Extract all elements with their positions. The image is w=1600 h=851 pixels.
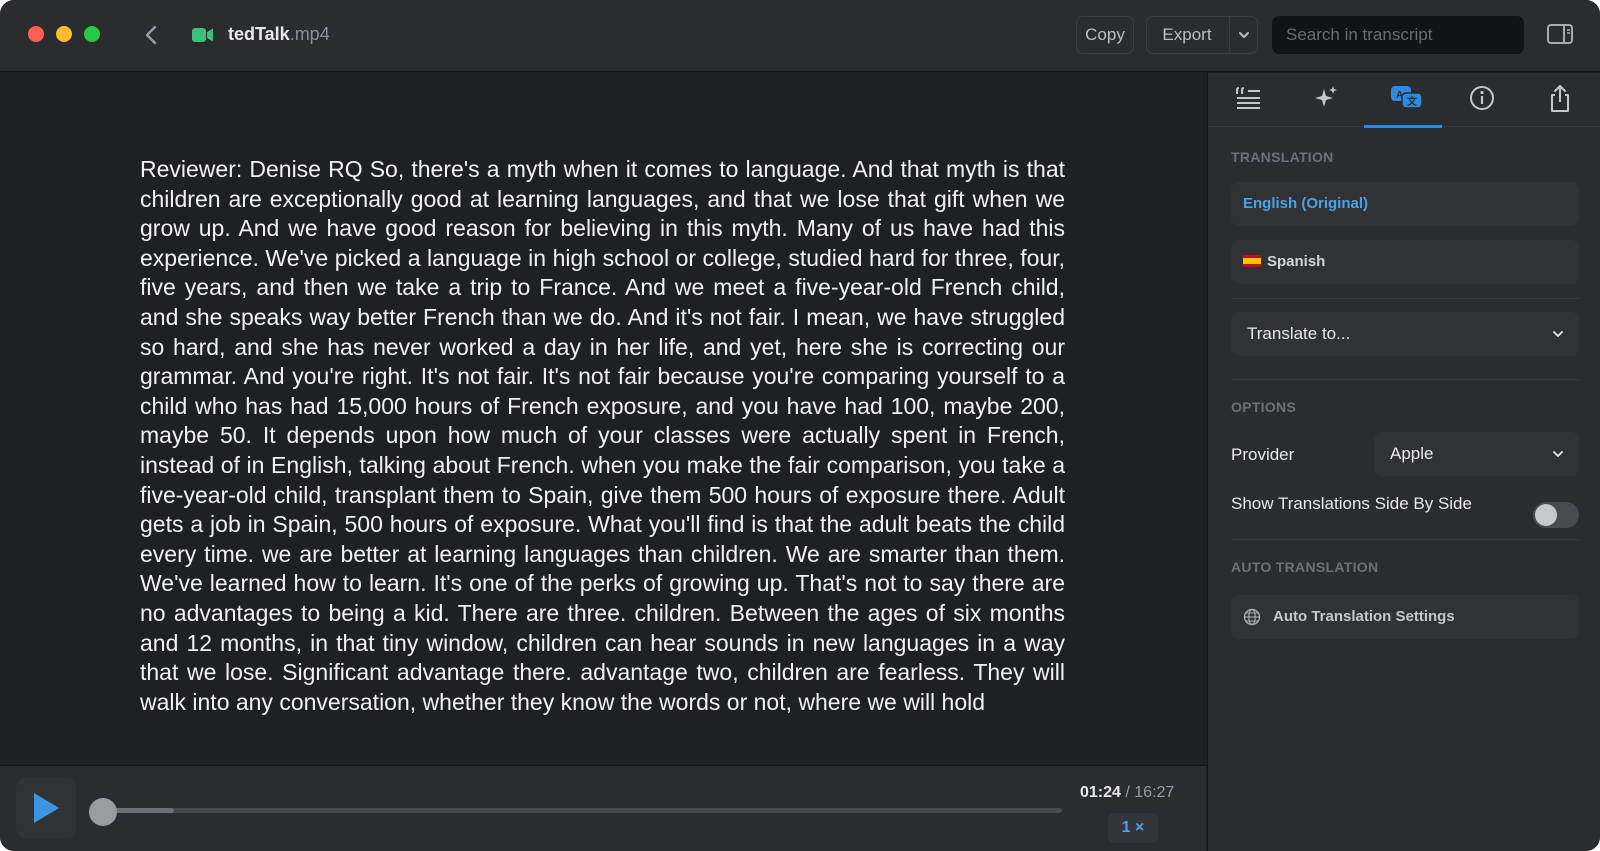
chevron-down-icon (1239, 32, 1249, 38)
language-item-spanish[interactable]: Spanish (1231, 240, 1579, 284)
file-title: tedTalk.mp4 (228, 24, 330, 45)
app-window: tedTalk.mp4 Copy Export Reviewer: Denise… (0, 0, 1600, 851)
copy-button[interactable]: Copy (1076, 16, 1134, 54)
file-extension: .mp4 (289, 24, 330, 44)
play-icon (34, 793, 59, 823)
minimize-window-button[interactable] (56, 26, 72, 42)
language-label: Spanish (1267, 253, 1326, 270)
translate-to-label: Translate to... (1247, 324, 1351, 343)
translate-to-dropdown[interactable]: Translate to... (1231, 312, 1579, 356)
divider (1231, 539, 1579, 540)
export-menu-button[interactable] (1231, 17, 1257, 53)
export-button-group: Export (1146, 16, 1258, 54)
chevron-down-icon (1553, 451, 1563, 457)
chevron-down-icon (1553, 331, 1563, 337)
play-button[interactable] (16, 778, 76, 838)
playback-time: 01:24 / 16:27 (1080, 784, 1174, 802)
language-item-original[interactable]: English (Original) (1231, 182, 1579, 226)
progress-thumb[interactable] (89, 798, 117, 826)
options-section-title: OPTIONS (1231, 399, 1297, 415)
tab-info[interactable] (1442, 73, 1520, 127)
toggle-knob (1535, 504, 1557, 526)
close-window-button[interactable] (28, 26, 44, 42)
transcript-area[interactable]: Reviewer: Denise RQ So, there's a myth w… (0, 73, 1206, 765)
export-divider (1229, 17, 1230, 53)
chevron-left-icon (145, 25, 157, 45)
time-separator: / (1120, 784, 1135, 801)
globe-icon (1243, 608, 1261, 626)
transcript-text[interactable]: Reviewer: Denise RQ So, there's a myth w… (140, 155, 1065, 717)
player-bar: 01:24 / 16:27 1 × (0, 765, 1206, 851)
info-icon (1470, 86, 1494, 110)
zoom-window-button[interactable] (84, 26, 100, 42)
back-button[interactable] (138, 20, 166, 50)
provider-value: Apple (1390, 444, 1434, 463)
tab-share[interactable] (1520, 73, 1598, 127)
auto-translation-settings-label: Auto Translation Settings (1273, 608, 1455, 625)
search-input[interactable] (1272, 16, 1524, 54)
translate-icon: A 文 (1391, 86, 1423, 109)
export-button[interactable]: Export (1147, 17, 1227, 53)
video-camera-icon (192, 28, 213, 42)
auto-translation-settings-button[interactable]: Auto Translation Settings (1231, 595, 1579, 639)
side-by-side-label: Show Translations Side By Side (1231, 494, 1472, 513)
translation-section-title: TRANSLATION (1231, 149, 1334, 165)
title-bar: tedTalk.mp4 Copy Export (0, 0, 1600, 72)
file-name: tedTalk (228, 24, 290, 44)
auto-translation-section-title: AUTO TRANSLATION (1231, 559, 1379, 575)
tab-ai-summary[interactable] (1286, 73, 1364, 127)
tab-translation[interactable]: A 文 (1364, 73, 1442, 128)
total-time: 16:27 (1134, 784, 1175, 801)
svg-text:文: 文 (1407, 95, 1418, 108)
sparkles-icon (1315, 86, 1337, 107)
current-time: 01:24 (1080, 784, 1121, 801)
share-icon (1551, 85, 1569, 112)
language-label: English (Original) (1243, 195, 1369, 212)
side-by-side-toggle[interactable] (1533, 502, 1579, 528)
sidebar-toggle-button[interactable] (1546, 22, 1574, 46)
progress-track[interactable] (92, 808, 1062, 813)
side-panel: A 文 TRANSLATION English (Original) Spani… (1207, 73, 1600, 851)
quote-list-icon (1236, 87, 1260, 109)
panel-tabs: A 文 (1208, 73, 1600, 128)
divider (1231, 298, 1579, 299)
sidebar-icon (1547, 24, 1573, 44)
tab-transcript[interactable] (1208, 73, 1286, 127)
provider-select[interactable]: Apple (1374, 432, 1579, 476)
divider (1231, 379, 1579, 380)
provider-label: Provider (1231, 445, 1295, 464)
spain-flag-icon (1243, 255, 1261, 267)
playback-speed-button[interactable]: 1 × (1108, 813, 1158, 843)
